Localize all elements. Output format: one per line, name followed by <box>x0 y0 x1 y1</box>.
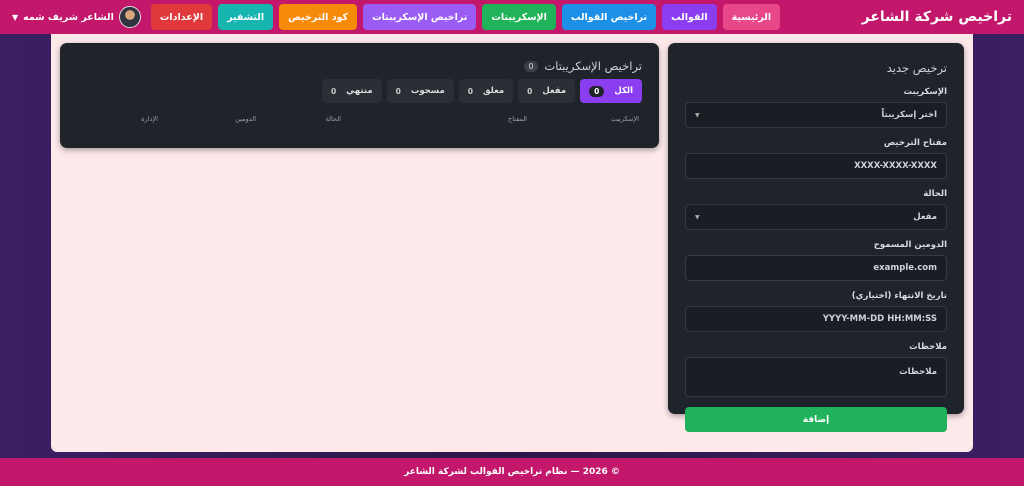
status-select-value: مفعل <box>913 212 937 222</box>
new-license-form: ترخيص جديد الإسكريبت اختر إسكريبتاً ▼ مف… <box>668 43 964 432</box>
add-button[interactable]: إضافة <box>685 407 947 432</box>
nav-encryption-button[interactable]: التشفير <box>218 4 274 30</box>
table-title-row: تراخيص الإسكريبتات 0 <box>77 59 642 73</box>
avatar[interactable] <box>118 6 141 28</box>
filter-label: الكل <box>614 86 633 96</box>
filter-count: 0 <box>467 86 473 96</box>
filter-label: مفعل <box>542 86 567 96</box>
script-select-value: اختر إسكريبتاً <box>881 110 937 120</box>
table-header: الإسكريبت المفتاح الحالة الدومين الإدارة <box>77 115 642 123</box>
column-header-key: المفتاح <box>508 115 527 123</box>
nav-scripts-button[interactable]: الإسكريبتات <box>482 4 556 30</box>
notes-label: ملاحظات <box>909 342 947 352</box>
footer: © 2026 — نظام تراخيص القوالب لشركة الشاع… <box>0 458 1024 486</box>
filter-suspended[interactable]: معلق 0 <box>458 79 514 103</box>
brand-title[interactable]: تراخيص شركة الشاعر <box>862 9 1012 25</box>
filter-count: 0 <box>527 86 533 96</box>
notes-placeholder: ملاحظات <box>899 367 937 377</box>
filter-label: مسحوب <box>410 86 445 96</box>
main-nav: الرئيسية القوالب تراخيص القوالب الإسكريب… <box>150 4 781 30</box>
filter-count: 0 <box>330 86 337 96</box>
nav-template-licenses-button[interactable]: تراخيص القوالب <box>561 4 657 30</box>
domain-label: الدومين المسموح <box>873 240 947 250</box>
filter-revoked[interactable]: مسحوب 0 <box>386 79 454 103</box>
column-header-domain: الدومين <box>235 115 256 123</box>
license-key-placeholder: XXXX-XXXX-XXXX <box>854 161 937 171</box>
footer-text: © 2026 — نظام تراخيص القوالب لشركة الشاع… <box>404 467 620 477</box>
domain-placeholder: example.com <box>873 263 937 273</box>
nav-templates-button[interactable]: القوالب <box>662 4 717 30</box>
nav-script-licenses-button[interactable]: تراخيص الإسكريبتات <box>363 4 477 30</box>
chevron-down-icon[interactable]: ▼ <box>12 13 18 22</box>
filter-label: منتهي <box>346 86 373 96</box>
script-select[interactable]: اختر إسكريبتاً ▼ <box>685 102 947 128</box>
status-filters: الكل 0 مفعل 0 معلق 0 مسحوب 0 منتهي 0 <box>77 79 642 103</box>
column-header-actions: الإدارة <box>141 115 158 123</box>
status-select[interactable]: مفعل ▼ <box>685 204 947 230</box>
filter-label: معلق <box>482 86 505 96</box>
filter-count: 0 <box>395 86 401 96</box>
filter-active[interactable]: مفعل 0 <box>518 79 576 103</box>
column-header-status: الحالة <box>325 115 341 123</box>
licenses-count-badge: 0 <box>523 60 539 72</box>
status-label: الحالة <box>923 189 947 199</box>
domain-input[interactable]: example.com <box>685 255 947 281</box>
nav-license-code-button[interactable]: كود الترخيص <box>279 4 358 30</box>
form-title: ترخيص جديد <box>886 61 947 75</box>
expiry-label: تاريخ الانتهاء (اختياري) <box>851 291 947 301</box>
nav-settings-button[interactable]: الإعدادات <box>150 4 213 30</box>
license-key-label: مفتاح الترخيص <box>883 138 947 148</box>
chevron-down-icon: ▼ <box>695 111 700 119</box>
nav-home-button[interactable]: الرئيسية <box>722 4 781 30</box>
user-name: الشاعر شريف شمه <box>23 11 114 23</box>
notes-textarea[interactable]: ملاحظات <box>685 357 947 397</box>
expiry-placeholder: YYYY-MM-DD HH:MM:SS <box>822 314 937 324</box>
filter-count: 0 <box>589 85 605 97</box>
expiry-input[interactable]: YYYY-MM-DD HH:MM:SS <box>685 306 947 332</box>
script-licenses-panel: تراخيص الإسكريبتات 0 الكل 0 مفعل 0 معلق … <box>60 43 659 148</box>
filter-expired[interactable]: منتهي 0 <box>321 79 382 103</box>
column-header-script: الإسكريبت <box>610 115 639 123</box>
top-bar: تراخيص شركة الشاعر الرئيسية القوالب تراخ… <box>0 0 1024 34</box>
table-title: تراخيص الإسكريبتات <box>544 59 642 73</box>
script-label: الإسكريبت <box>903 87 948 97</box>
chevron-down-icon: ▼ <box>695 213 700 221</box>
filter-all[interactable]: الكل 0 <box>580 79 642 103</box>
user-menu[interactable]: الشاعر شريف شمه ▼ <box>12 6 141 28</box>
license-key-input[interactable]: XXXX-XXXX-XXXX <box>685 153 947 179</box>
main-content: ترخيص جديد الإسكريبت اختر إسكريبتاً ▼ مف… <box>51 34 973 452</box>
